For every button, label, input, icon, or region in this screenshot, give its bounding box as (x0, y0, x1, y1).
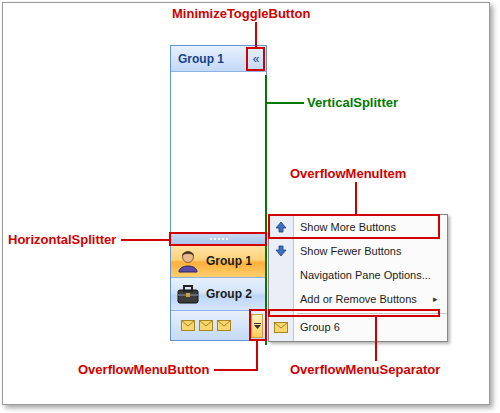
callout-line (121, 239, 169, 241)
navigation-pane: Group 1 « Group 1 Group 2 (170, 45, 267, 341)
overflow-menu: Show More Buttons Show Fewer Buttons Navig… (268, 214, 448, 342)
vertical-splitter (265, 75, 267, 345)
menu-item-label: Group 6 (293, 321, 447, 333)
menu-item-label: Show Fewer Buttons (293, 245, 447, 257)
grip-icon (210, 238, 228, 240)
callout-line (256, 341, 258, 371)
envelope-icon (199, 320, 213, 331)
overflow-menu-item[interactable]: Add or Remove Buttons▸ (269, 287, 447, 311)
overflow-menu-separator (269, 311, 447, 315)
overflow-menu-item[interactable]: Group 6 (269, 315, 447, 339)
menu-item-label: Show More Buttons (293, 221, 447, 233)
overflow-bar (171, 310, 266, 340)
group-button[interactable]: Group 1 (171, 244, 266, 277)
callout-box (246, 47, 265, 71)
callout-box (268, 214, 440, 239)
callout-line (355, 182, 357, 214)
callout-label: VerticalSplitter (307, 95, 398, 111)
callout-label: OverflowMenuButton (78, 362, 209, 378)
callout-label: OverflowMenuItem (290, 166, 406, 182)
submenu-arrow: ▸ (433, 294, 447, 304)
separator-line (297, 313, 447, 314)
menu-icon-slot (269, 245, 293, 257)
callout-box (268, 309, 440, 317)
overflow-group-button[interactable] (217, 320, 231, 331)
pane-header: Group 1 « (171, 46, 266, 72)
envelope-icon (274, 322, 288, 333)
envelope-icon (181, 320, 195, 331)
callout-line (375, 317, 377, 361)
callout-line (255, 22, 257, 47)
person-icon (176, 249, 200, 273)
overflow-menu-item[interactable]: Show Fewer Buttons (269, 239, 447, 263)
group-label: Group 1 (206, 254, 252, 268)
menu-item-label: Add or Remove Buttons (293, 293, 433, 305)
callout-label: HorizontalSplitter (8, 232, 116, 248)
menu-item-label: Navigation Pane Options... (293, 269, 447, 281)
header-title: Group 1 (178, 52, 224, 66)
overflow-menu-button[interactable] (251, 314, 263, 338)
down-arrow-icon (275, 245, 287, 257)
briefcase-icon (176, 282, 200, 306)
dropdown-arrow-icon (254, 323, 261, 329)
callout-box (249, 309, 267, 341)
menu-icon-slot (269, 221, 293, 233)
up-arrow-icon (275, 221, 287, 233)
overflow-group-button[interactable] (181, 320, 195, 331)
menu-icon-slot (269, 322, 293, 333)
pane-content (171, 72, 266, 232)
envelope-icon (217, 320, 231, 331)
callout-label: OverflowMenuSeparator (290, 362, 440, 378)
group-button[interactable]: Group 2 (171, 277, 266, 310)
callout-line (214, 369, 258, 371)
callout-line (267, 102, 304, 104)
callout-box (169, 232, 267, 246)
callout-label: MinimizeToggleButton (172, 6, 310, 22)
overflow-menu-item[interactable]: Navigation Pane Options... (269, 263, 447, 287)
group-label: Group 2 (206, 287, 252, 301)
overflow-menu-item[interactable]: Show More Buttons (269, 215, 447, 239)
overflow-group-button[interactable] (199, 320, 213, 331)
minimize-toggle-button[interactable]: « (249, 52, 263, 66)
